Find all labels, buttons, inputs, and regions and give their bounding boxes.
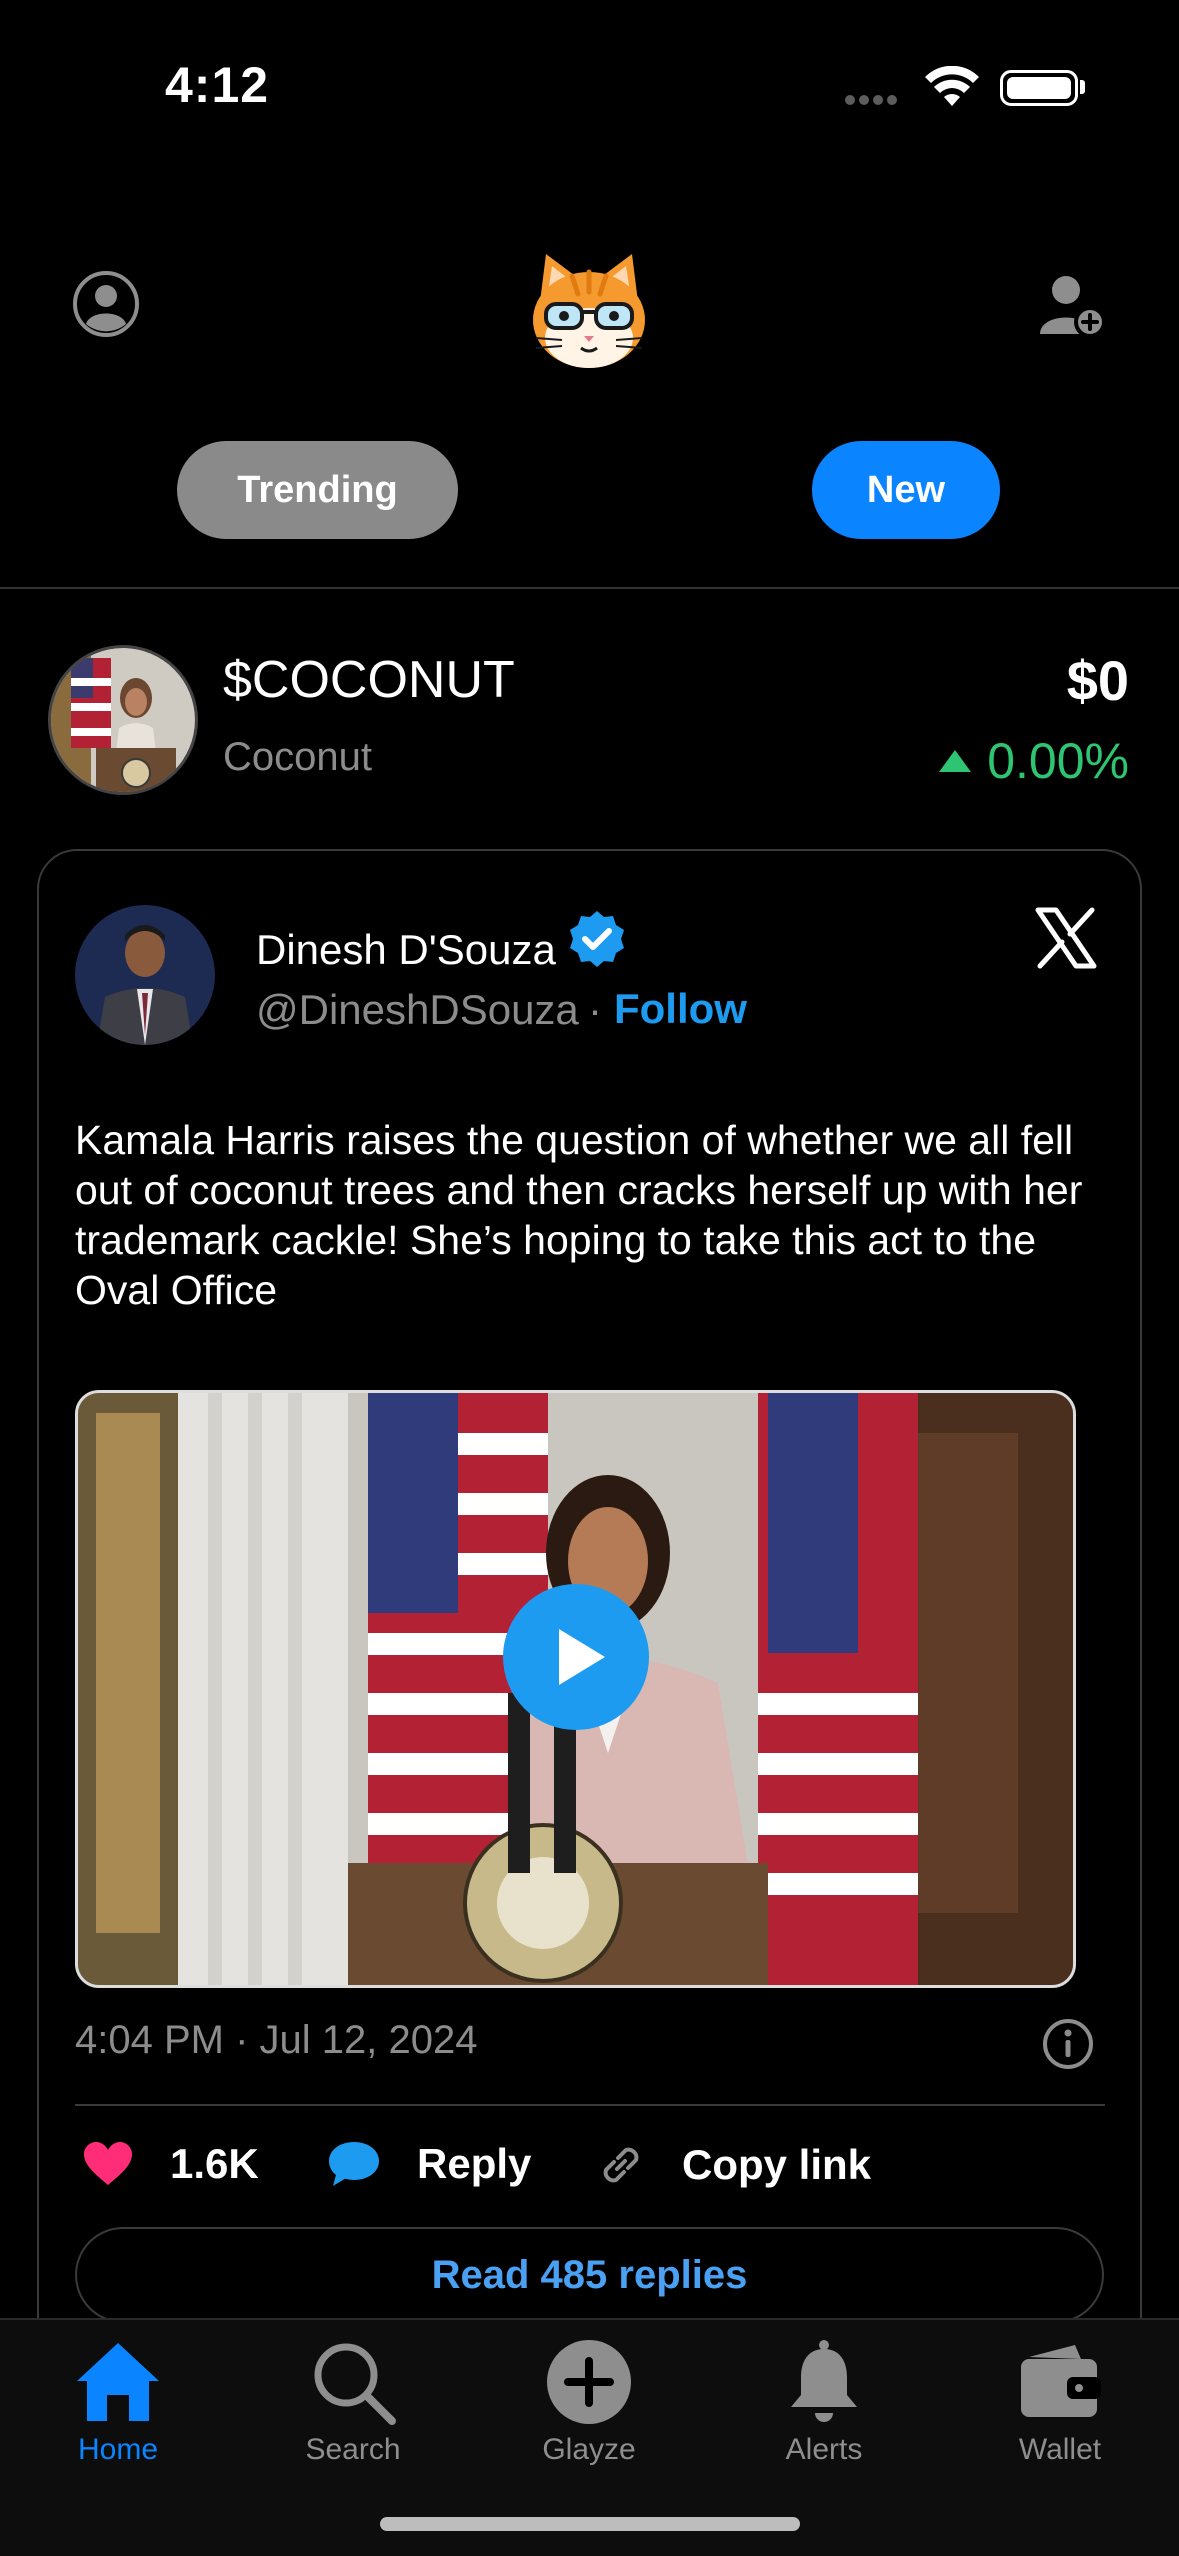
read-replies-button[interactable]: Read 485 replies [75,2227,1104,2323]
nav-wallet[interactable]: Wallet [985,2337,1135,2467]
wallet-icon [1021,2345,1101,2417]
author-avatar[interactable] [75,905,215,1045]
nav-search[interactable]: Search [278,2337,428,2467]
add-friend-icon[interactable] [1036,270,1106,340]
search-icon [314,2343,396,2425]
like-count: 1.6K [170,2140,259,2187]
info-icon[interactable] [1041,2017,1095,2071]
verified-badge-icon [570,911,624,967]
cellular-signal-icon [845,92,905,105]
reply-label: Reply [417,2140,532,2187]
nav-wallet-label: Wallet [1018,2433,1102,2466]
like-button[interactable]: 1.6K [82,2140,259,2188]
home-indicator [380,2517,800,2531]
nav-glayze-label: Glayze [542,2433,636,2466]
nav-home-label: Home [77,2433,159,2466]
tab-trending[interactable]: Trending [177,441,458,539]
play-icon [559,1629,605,1685]
token-name: Coconut [223,735,372,779]
token-avatar[interactable] [48,645,198,795]
follow-button[interactable]: Follow [614,985,747,1033]
handle-separator: · [588,986,602,1033]
heart-icon [84,2142,132,2185]
tweet-timestamp: 4:04 PM · Jul 12, 2024 [75,2018,478,2062]
tweet-text: Kamala Harris raises the question of whe… [75,1117,1083,1313]
profile-icon[interactable] [72,270,140,338]
play-button[interactable] [503,1584,649,1730]
reply-button[interactable]: Reply [327,2140,531,2188]
nav-glayze[interactable]: Glayze [514,2337,664,2467]
author-name[interactable]: Dinesh D'Souza [256,926,556,974]
token-change: 0.00% [939,732,1129,790]
token-symbol[interactable]: $COCONUT [223,650,515,710]
author-handle: @DineshDSouza [256,986,579,1033]
copy-link-label: Copy link [682,2141,872,2188]
x-logo-icon[interactable] [1034,906,1098,970]
cat-logo-icon [533,254,645,368]
token-price: $0 [1066,649,1129,712]
home-icon [77,2343,159,2421]
nav-alerts-label: Alerts [785,2433,863,2466]
app-header [0,230,1179,390]
wifi-icon [925,66,979,106]
arrow-up-icon [939,750,972,772]
link-icon [603,2147,639,2183]
header-divider [0,587,1179,589]
nav-home[interactable]: Home [43,2337,193,2467]
tab-new[interactable]: New [812,441,1000,539]
token-change-value: 0.00% [987,733,1129,789]
nav-alerts[interactable]: Alerts [749,2337,899,2467]
reply-bubble-icon [329,2142,379,2186]
tweet-divider [75,2104,1105,2106]
nav-search-label: Search [305,2433,401,2466]
bell-icon [791,2340,857,2422]
battery-nub [1080,80,1085,94]
status-bar: 4:12 [0,0,1179,170]
battery-icon [1000,70,1078,106]
status-time: 4:12 [165,57,270,113]
copy-link-button[interactable]: Copy link [596,2140,871,2190]
plus-circle-icon [547,2340,631,2424]
